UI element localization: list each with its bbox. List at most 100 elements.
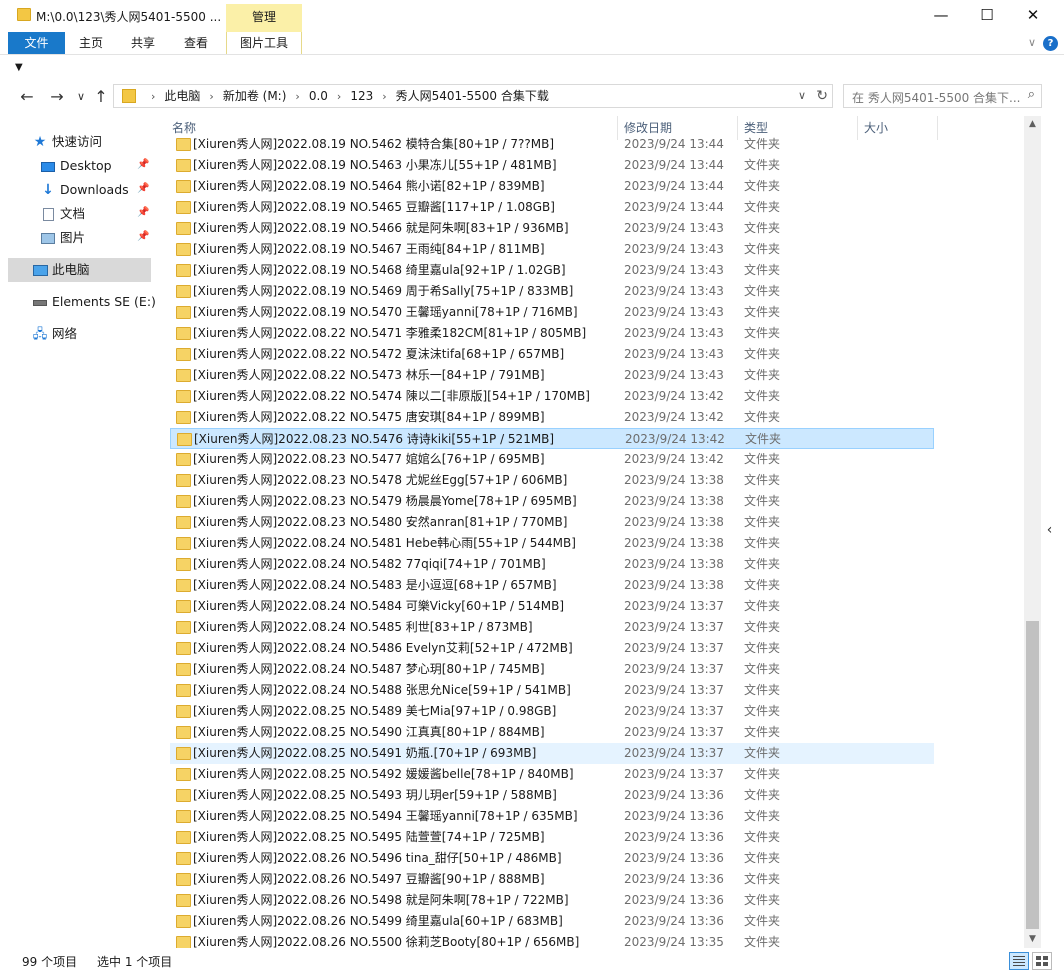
table-row[interactable]: [Xiuren秀人网]2022.08.19 NO.5468 绮里嘉ula[92+… <box>170 260 934 281</box>
nav-pictures[interactable]: 图片 <box>40 227 85 249</box>
breadcrumb-drive[interactable]: 新加卷 (M:) <box>223 89 287 103</box>
breadcrumb-123[interactable]: 123 <box>350 89 373 103</box>
tab-picture-tools[interactable]: 图片工具 <box>226 32 302 54</box>
table-row[interactable]: [Xiuren秀人网]2022.08.22 NO.5473 林乐一[84+1P … <box>170 365 934 386</box>
table-row[interactable]: [Xiuren秀人网]2022.08.19 NO.5470 王馨瑶yanni[7… <box>170 302 934 323</box>
table-row[interactable]: [Xiuren秀人网]2022.08.25 NO.5493 玥儿玥er[59+1… <box>170 785 934 806</box>
nav-network[interactable]: 🖧 网络 <box>32 323 77 345</box>
column-divider[interactable] <box>937 116 938 140</box>
table-row[interactable]: [Xiuren秀人网]2022.08.25 NO.5489 美七Mia[97+1… <box>170 701 934 722</box>
context-tab-manage[interactable]: 管理 <box>226 4 302 32</box>
table-row[interactable]: [Xiuren秀人网]2022.08.23 NO.5478 尤妮丝Egg[57+… <box>170 470 934 491</box>
table-row[interactable]: [Xiuren秀人网]2022.08.19 NO.5467 王雨纯[84+1P … <box>170 239 934 260</box>
scrollbar-thumb[interactable] <box>1026 621 1039 929</box>
table-row[interactable]: [Xiuren秀人网]2022.08.25 NO.5490 江真真[80+1P … <box>170 722 934 743</box>
table-row[interactable]: [Xiuren秀人网]2022.08.26 NO.5497 豆瓣酱[90+1P … <box>170 869 934 890</box>
table-row[interactable]: [Xiuren秀人网]2022.08.23 NO.5476 诗诗kiki[55+… <box>170 428 934 449</box>
large-icons-view-button[interactable] <box>1032 952 1052 970</box>
table-row[interactable]: [Xiuren秀人网]2022.08.19 NO.5464 熊小诺[82+1P … <box>170 176 934 197</box>
chevron-right-icon[interactable]: › <box>295 90 299 103</box>
table-row[interactable]: [Xiuren秀人网]2022.08.19 NO.5463 小果冻儿[55+1P… <box>170 155 934 176</box>
preview-pane-toggle-icon[interactable]: ‹ <box>1041 505 1058 555</box>
table-row[interactable]: [Xiuren秀人网]2022.08.19 NO.5466 就是阿朱啊[83+1… <box>170 218 934 239</box>
table-row[interactable]: [Xiuren秀人网]2022.08.19 NO.5462 模特合集[80+1P… <box>170 134 934 155</box>
table-row[interactable]: [Xiuren秀人网]2022.08.25 NO.5495 陆萱萱[74+1P … <box>170 827 934 848</box>
breadcrumb-0-0[interactable]: 0.0 <box>309 89 328 103</box>
nav-documents[interactable]: 文档 <box>40 203 85 225</box>
help-icon[interactable]: ? <box>1043 36 1058 51</box>
nav-quick-access[interactable]: ★ 快速访问 <box>32 131 102 153</box>
tab-view[interactable]: 查看 <box>177 32 215 54</box>
search-icon[interactable]: ⌕ <box>1028 87 1035 102</box>
table-row[interactable]: [Xiuren秀人网]2022.08.19 NO.5469 周于希Sally[7… <box>170 281 934 302</box>
table-row[interactable]: [Xiuren秀人网]2022.08.24 NO.5482 77qiqi[74+… <box>170 554 934 575</box>
up-button[interactable]: ↑ <box>90 86 112 108</box>
table-row[interactable]: [Xiuren秀人网]2022.08.25 NO.5492 媛媛酱belle[7… <box>170 764 934 785</box>
table-row[interactable]: [Xiuren秀人网]2022.08.23 NO.5477 婠婠么[76+1P … <box>170 449 934 470</box>
table-row[interactable]: [Xiuren秀人网]2022.08.22 NO.5474 陳以二[非原版][5… <box>170 386 934 407</box>
pin-icon[interactable]: 📌 <box>137 231 149 242</box>
table-row[interactable]: [Xiuren秀人网]2022.08.23 NO.5480 安然anran[81… <box>170 512 934 533</box>
tab-file[interactable]: 文件 <box>8 32 65 54</box>
table-row[interactable]: [Xiuren秀人网]2022.08.26 NO.5498 就是阿朱啊[78+1… <box>170 890 934 911</box>
table-row[interactable]: [Xiuren秀人网]2022.08.25 NO.5491 奶瓶.[70+1P … <box>170 743 934 764</box>
file-name: [Xiuren秀人网]2022.08.19 NO.5467 王雨纯[84+1P … <box>193 242 545 256</box>
table-row[interactable]: [Xiuren秀人网]2022.08.22 NO.5475 唐安琪[84+1P … <box>170 407 934 428</box>
address-bar[interactable]: › 此电脑 › 新加卷 (M:) › 0.0 › 123 › 秀人网5401-5500 合集下载 … <box>113 84 833 108</box>
table-row[interactable]: [Xiuren秀人网]2022.08.24 NO.5484 可樂Vicky[60… <box>170 596 934 617</box>
pin-icon[interactable]: 📌 <box>137 183 149 194</box>
file-type: 文件夹 <box>744 935 781 948</box>
scroll-down-icon[interactable]: ▼ <box>1024 931 1041 948</box>
file-type: 文件夹 <box>744 242 781 256</box>
forward-button[interactable]: → <box>46 86 68 108</box>
chevron-right-icon[interactable]: › <box>337 90 341 103</box>
nav-downloads[interactable]: ↓ Downloads <box>40 179 129 201</box>
table-row[interactable]: [Xiuren秀人网]2022.08.23 NO.5479 杨晨晨Yome[78… <box>170 491 934 512</box>
close-button[interactable]: ✕ <box>1010 4 1056 28</box>
table-row[interactable]: [Xiuren秀人网]2022.08.24 NO.5481 Hebe韩心雨[55… <box>170 533 934 554</box>
recent-locations-button[interactable]: ∨ <box>70 86 92 108</box>
chevron-right-icon[interactable]: › <box>209 90 213 103</box>
table-row[interactable]: [Xiuren秀人网]2022.08.25 NO.5494 王馨瑶yanni[7… <box>170 806 934 827</box>
nav-desktop[interactable]: Desktop <box>40 155 112 177</box>
tab-home[interactable]: 主页 <box>72 32 110 54</box>
quick-access-toolbar-dropdown[interactable]: ▼ <box>15 62 23 73</box>
chevron-right-icon[interactable]: › <box>151 90 155 103</box>
nav-drive-e[interactable]: Elements SE (E:) <box>32 291 156 313</box>
table-row[interactable]: [Xiuren秀人网]2022.08.24 NO.5487 梦心玥[80+1P … <box>170 659 934 680</box>
pin-icon[interactable]: 📌 <box>137 159 149 170</box>
table-row[interactable]: [Xiuren秀人网]2022.08.26 NO.5499 绮里嘉ula[60+… <box>170 911 934 932</box>
ribbon-collapse-icon[interactable]: ∨ <box>1028 36 1036 49</box>
vertical-scrollbar[interactable]: ▲ ▼ <box>1024 116 1041 948</box>
table-row[interactable]: [Xiuren秀人网]2022.08.26 NO.5500 徐莉芝Booty[8… <box>170 932 934 948</box>
table-row[interactable]: [Xiuren秀人网]2022.08.19 NO.5465 豆瓣酱[117+1P… <box>170 197 934 218</box>
maximize-button[interactable]: ☐ <box>964 4 1010 28</box>
table-row[interactable]: [Xiuren秀人网]2022.08.22 NO.5472 夏沫沫tifa[68… <box>170 344 934 365</box>
search-input[interactable]: 在 秀人网5401-5500 合集下... ⌕ <box>843 84 1042 108</box>
nav-this-pc[interactable]: 此电脑 <box>32 259 90 281</box>
table-row[interactable]: [Xiuren秀人网]2022.08.26 NO.5496 tina_甜仔[50… <box>170 848 934 869</box>
file-date: 2023/9/24 13:36 <box>624 851 724 865</box>
scroll-up-icon[interactable]: ▲ <box>1024 116 1041 133</box>
table-row[interactable]: [Xiuren秀人网]2022.08.24 NO.5483 是小逗逗[68+1P… <box>170 575 934 596</box>
table-row[interactable]: [Xiuren秀人网]2022.08.24 NO.5488 张思允Nice[59… <box>170 680 934 701</box>
title-bar: M:\0.0\123\秀人网5401-5500 ... 管理 — ☐ ✕ <box>0 0 1064 32</box>
file-type: 文件夹 <box>744 473 781 487</box>
address-dropdown-icon[interactable]: ∨ <box>798 87 806 105</box>
minimize-button[interactable]: — <box>918 4 964 28</box>
chevron-right-icon[interactable]: › <box>382 90 386 103</box>
breadcrumb-this-pc[interactable]: 此电脑 <box>164 89 200 103</box>
back-button[interactable]: ← <box>16 86 38 108</box>
file-type: 文件夹 <box>744 830 781 844</box>
details-view-button[interactable] <box>1009 952 1029 970</box>
table-row[interactable]: [Xiuren秀人网]2022.08.24 NO.5485 利世[83+1P /… <box>170 617 934 638</box>
breadcrumb-current-folder[interactable]: 秀人网5401-5500 合集下载 <box>396 89 549 103</box>
file-date: 2023/9/24 13:36 <box>624 893 724 907</box>
table-row[interactable]: [Xiuren秀人网]2022.08.22 NO.5471 李雅柔182CM[8… <box>170 323 934 344</box>
refresh-icon[interactable]: ↻ <box>816 86 828 106</box>
tab-share[interactable]: 共享 <box>124 32 162 54</box>
pin-icon[interactable]: 📌 <box>137 207 149 218</box>
file-type: 文件夹 <box>744 620 781 634</box>
file-type: 文件夹 <box>744 851 781 865</box>
table-row[interactable]: [Xiuren秀人网]2022.08.24 NO.5486 Evelyn艾莉[5… <box>170 638 934 659</box>
